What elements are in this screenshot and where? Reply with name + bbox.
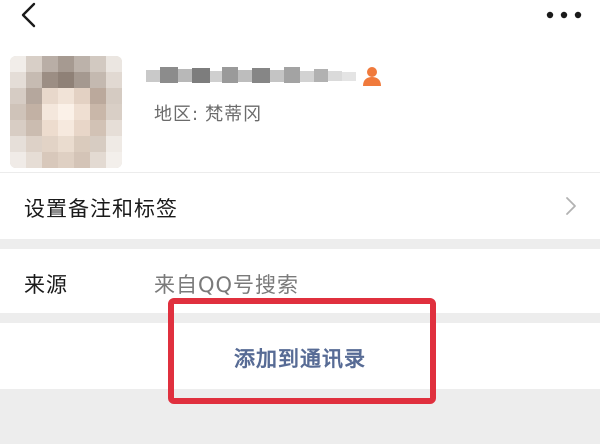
profile-header: 地区: 梵蒂冈 bbox=[0, 40, 600, 172]
set-remark-and-tags-row[interactable]: 设置备注和标签 bbox=[0, 173, 600, 239]
source-value: 来自QQ号搜索 bbox=[154, 273, 300, 297]
add-to-contacts-label: 添加到通讯录 bbox=[234, 347, 366, 371]
region-value: 梵蒂冈 bbox=[205, 104, 263, 125]
chevron-left-icon bbox=[21, 2, 36, 28]
region-info: 地区: 梵蒂冈 bbox=[154, 100, 262, 126]
source-label: 来源 bbox=[24, 273, 68, 297]
section-gap bbox=[0, 313, 600, 323]
region-label: 地区: bbox=[154, 104, 200, 125]
contact-name-redacted bbox=[146, 64, 366, 86]
source-row: 来源 来自QQ号搜索 bbox=[0, 249, 600, 313]
back-button[interactable] bbox=[14, 0, 44, 32]
nav-bar bbox=[0, 0, 600, 40]
set-remark-and-tags-label: 设置备注和标签 bbox=[24, 197, 178, 221]
avatar-image bbox=[10, 56, 122, 168]
more-dots-icon bbox=[546, 11, 582, 19]
chevron-right-icon bbox=[566, 197, 576, 215]
more-button[interactable] bbox=[542, 2, 586, 28]
person-icon bbox=[360, 64, 384, 88]
bottom-area bbox=[0, 389, 600, 444]
add-to-contacts-button[interactable]: 添加到通讯录 bbox=[0, 323, 600, 389]
section-gap bbox=[0, 239, 600, 249]
avatar[interactable] bbox=[10, 56, 122, 168]
